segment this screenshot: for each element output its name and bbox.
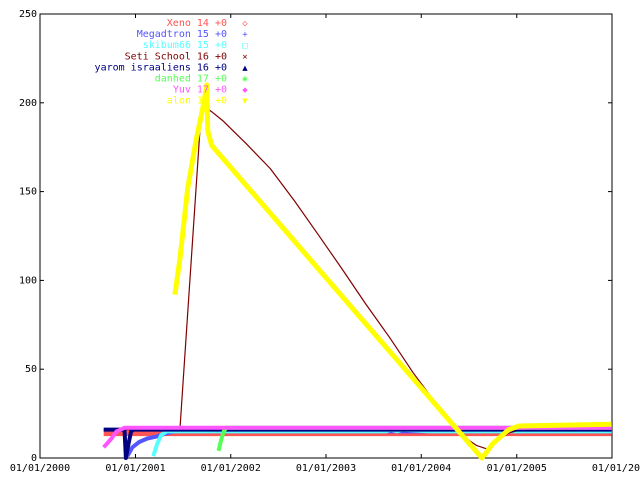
legend-label: alon 19 +0 — [167, 96, 227, 107]
legend-label: danhed 17 +0 — [155, 74, 227, 85]
y-tick-label: 150 — [19, 187, 37, 198]
legend-marker-icon: + — [242, 30, 248, 40]
x-tick-label: 01/01/2005 — [487, 463, 547, 474]
chart: 0 50 100 150 200 250 01/01/2000 01/01/2001 01/01… — [0, 0, 640, 480]
x-tick-label: 01/01/2004 — [391, 463, 451, 474]
y-tick-label: 200 — [19, 98, 37, 109]
legend-label: yarom israaliens 16 +0 — [95, 62, 227, 73]
y-tick-label: 100 — [19, 275, 37, 286]
plot-frame — [39, 13, 613, 459]
legend-marker-icon: ✱ — [242, 75, 248, 85]
legend: Xeno 14 +0 ◇ Megadtron 15 +0 + skibum66 15 +… — [95, 18, 249, 107]
legend-marker-icon: × — [242, 52, 247, 62]
legend-label: Yuv 17 +0 — [173, 85, 227, 96]
x-tick-label: 01/01/2001 — [105, 463, 165, 474]
legend-label: Xeno 14 +0 — [167, 18, 227, 29]
legend-marker-icon: ◆ — [242, 86, 248, 96]
plot-border — [39, 13, 613, 459]
x-tick-label: 01/01/2002 — [201, 463, 261, 474]
x-tick-label: 01/01/2000 — [10, 463, 70, 474]
legend-label: skibum66 15 +0 — [143, 40, 227, 51]
series-line-seti-school — [103, 105, 612, 450]
series-layer — [102, 82, 612, 461]
y-tick-label: 50 — [25, 364, 37, 375]
legend-marker-icon: ▲ — [242, 63, 248, 73]
legend-label: Seti School 16 +0 — [125, 51, 227, 62]
axes-layer: 05010015020025001/01/2000 01/01/2001 01/01… — [10, 9, 640, 474]
legend-label: Megadtron 15 +0 — [137, 29, 227, 40]
x-tick-label: 01/01/2003 — [296, 463, 356, 474]
legend-marker-icon: ◇ — [242, 19, 248, 29]
x-tick-label: 01/01/20 — [592, 463, 640, 474]
line-chart: 05010015020025001/01/2000 01/01/2001 01/01… — [10, 9, 640, 474]
legend-marker-icon: ▼ — [242, 97, 248, 107]
series-line-alon — [172, 82, 612, 461]
y-tick-label: 250 — [19, 9, 37, 20]
legend-marker-icon: □ — [242, 41, 248, 51]
